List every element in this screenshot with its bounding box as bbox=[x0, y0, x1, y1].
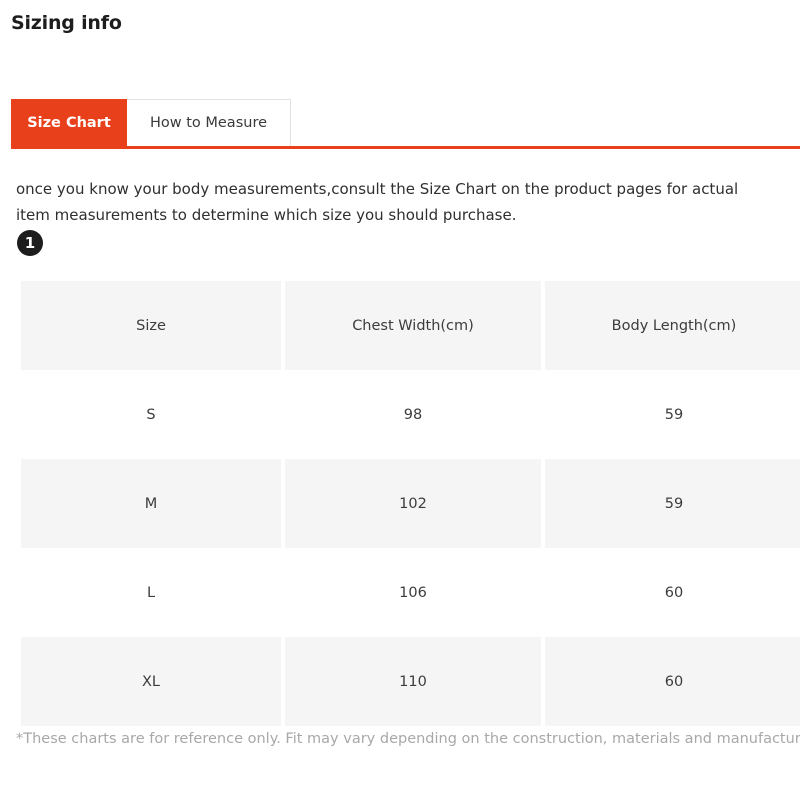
sizing-info-page: Sizing info Size Chart How to Measure on… bbox=[0, 0, 800, 800]
cell-size: XL bbox=[21, 637, 281, 726]
page-title: Sizing info bbox=[11, 12, 122, 34]
cell-size: S bbox=[21, 370, 281, 459]
column-header-size: Size bbox=[21, 281, 281, 370]
cell-chest: 106 bbox=[285, 548, 541, 637]
tab-how-to-measure[interactable]: How to Measure bbox=[127, 99, 291, 148]
tab-size-chart-label: Size Chart bbox=[27, 115, 111, 132]
cell-chest: 110 bbox=[285, 637, 541, 726]
cell-length: 60 bbox=[545, 637, 800, 726]
size-chart-table-head: Size Chest Width(cm) Body Length(cm) bbox=[21, 281, 800, 370]
step-number-badge-label: 1 bbox=[24, 233, 36, 252]
table-footnote: *These charts are for reference only. Fi… bbox=[16, 731, 800, 747]
tab-list: Size Chart How to Measure bbox=[11, 99, 291, 148]
tab-bar: Size Chart How to Measure bbox=[0, 99, 800, 152]
table-row: M 102 59 bbox=[21, 459, 800, 548]
tab-size-chart[interactable]: Size Chart bbox=[11, 99, 127, 148]
tab-underline-rule bbox=[11, 146, 800, 149]
cell-chest: 102 bbox=[285, 459, 541, 548]
intro-paragraph: once you know your body measurements,con… bbox=[16, 180, 739, 224]
cell-length: 59 bbox=[545, 459, 800, 548]
cell-size: M bbox=[21, 459, 281, 548]
table-row: XL 110 60 bbox=[21, 637, 800, 726]
column-header-chest-width: Chest Width(cm) bbox=[285, 281, 541, 370]
cell-length: 59 bbox=[545, 370, 800, 459]
table-header-row: Size Chest Width(cm) Body Length(cm) bbox=[21, 281, 800, 370]
tab-how-to-measure-label: How to Measure bbox=[149, 115, 268, 132]
size-chart-table-body: S 98 59 M 102 59 L 106 60 XL 110 60 bbox=[21, 370, 800, 726]
table-row: L 106 60 bbox=[21, 548, 800, 637]
cell-chest: 98 bbox=[285, 370, 541, 459]
size-chart-table: Size Chest Width(cm) Body Length(cm) S 9… bbox=[17, 281, 800, 726]
cell-length: 60 bbox=[545, 548, 800, 637]
step-number-badge: 1 bbox=[17, 230, 43, 256]
cell-size: L bbox=[21, 548, 281, 637]
column-header-body-length: Body Length(cm) bbox=[545, 281, 800, 370]
table-row: S 98 59 bbox=[21, 370, 800, 459]
